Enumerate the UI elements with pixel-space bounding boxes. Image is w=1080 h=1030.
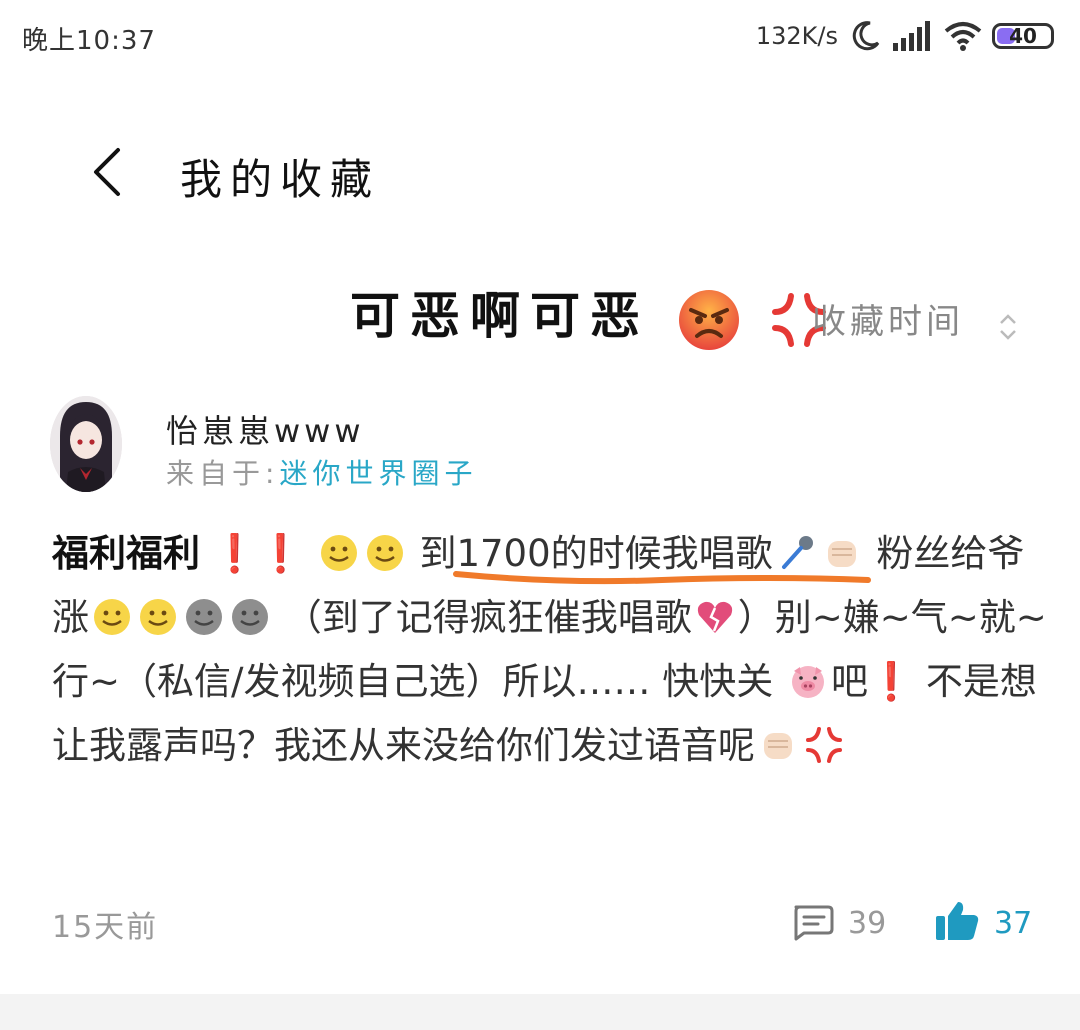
- angry-face-icon: [679, 289, 740, 350]
- smile-icon: [320, 535, 357, 571]
- battery-icon: 40: [992, 23, 1054, 49]
- content-title: 福利福利: [52, 532, 200, 575]
- signal-icon: [893, 21, 930, 51]
- like-count[interactable]: 37: [994, 906, 1032, 941]
- gray-smile-icon: [232, 599, 268, 635]
- exclamation-icon: ❗: [211, 532, 258, 575]
- wifi-icon: [944, 22, 982, 51]
- moon-icon: [852, 21, 880, 51]
- source-group-link[interactable]: 迷你世界圈子: [279, 457, 477, 490]
- status-bar: 晚上10:37 132K/s 40: [0, 0, 1080, 76]
- gray-smile-icon: [186, 599, 222, 635]
- sort-heading: 可恶啊可恶: [350, 276, 829, 352]
- pig-icon: [792, 666, 824, 698]
- post-time: 15天前: [52, 910, 159, 945]
- smile-icon: [94, 599, 130, 635]
- smile-icon: [366, 535, 403, 571]
- source-prefix: 来自于:: [166, 457, 280, 490]
- status-right: 132K/s 40: [756, 18, 1054, 54]
- header: 我的收藏: [0, 120, 1080, 230]
- exclamation-icon: ❗: [868, 660, 915, 703]
- battery-level: 40: [1009, 24, 1037, 48]
- anger-symbol-icon: [806, 727, 842, 763]
- smile-icon: [140, 599, 176, 635]
- sort-heading-text: 可恶啊可恶: [350, 287, 650, 345]
- comment-icon[interactable]: [790, 903, 834, 941]
- content-p2: （到了记得疯狂催我唱歌: [284, 596, 692, 639]
- page-title: 我的收藏: [180, 155, 381, 204]
- net-speed: 132K/s: [755, 22, 838, 50]
- chevron-left-icon: [94, 148, 120, 196]
- content-highlight: 到1700的时候我唱歌: [419, 532, 773, 575]
- sort-by-collect-time[interactable]: 收藏时间: [812, 294, 964, 343]
- sort-chevron-icon[interactable]: [998, 312, 1018, 342]
- status-time: 晚上10:37: [22, 26, 156, 56]
- post-content[interactable]: 福利福利 ❗❗ 到1700的时候我唱歌 粉丝给爷涨 （到了记得疯狂催我唱歌 ）别~…: [52, 522, 1052, 778]
- author-name[interactable]: 怡崽崽www: [166, 406, 365, 452]
- thumbs-up-icon[interactable]: [934, 900, 980, 942]
- microphone-icon: [781, 536, 813, 569]
- broken-heart-icon: [697, 601, 732, 633]
- section-divider: [0, 994, 1080, 1030]
- content-p4: 吧: [831, 660, 868, 703]
- fist-icon: [827, 541, 856, 567]
- sort-row: 可恶啊可恶 收藏时间: [350, 270, 1050, 350]
- back-button[interactable]: [80, 142, 140, 202]
- post-source: 来自于:迷你世界圈子: [166, 452, 477, 492]
- exclamation-icon: ❗: [257, 532, 304, 575]
- comment-count[interactable]: 39: [848, 906, 886, 941]
- fist-icon: [764, 733, 792, 759]
- avatar[interactable]: [50, 396, 122, 492]
